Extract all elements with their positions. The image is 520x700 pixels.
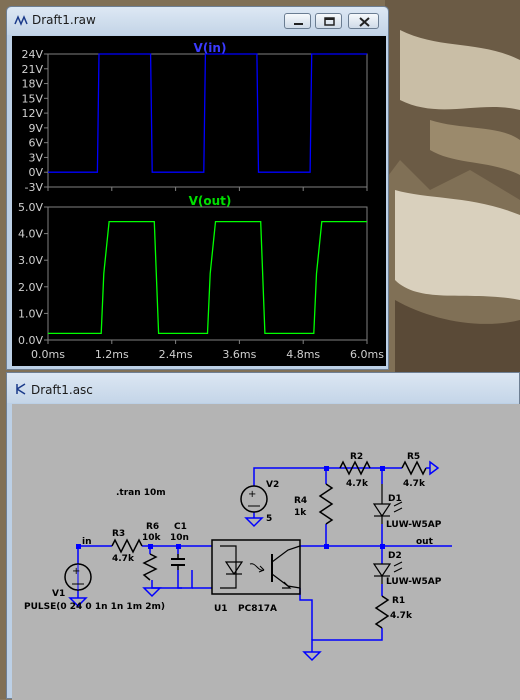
schematic-window-title: Draft1.asc (31, 383, 93, 397)
restore-button[interactable] (315, 13, 342, 29)
d1-name: D1 (388, 494, 402, 504)
x-tick-label: 4.8ms (286, 348, 320, 361)
y-tick-label: 2.0V (18, 281, 43, 294)
waveform-window-icon (14, 15, 28, 26)
x-tick-label: 0.0ms (31, 348, 65, 361)
r1-value: 4.7k (390, 611, 413, 621)
v2-name: V2 (266, 480, 279, 490)
waveform-plot-area[interactable]: 24V 21V 18V15V 12V 9V 6V3V 0V -3V 5.0V 4.0V 3.0V 2… (12, 36, 386, 366)
schematic-canvas[interactable]: + + .tran 10m in out V1 PULSE(0 24 0 1n … (12, 404, 520, 700)
d2-name: D2 (388, 551, 402, 561)
y-tick-label: 0.0V (18, 334, 43, 347)
y-tick-label: 24V (21, 48, 43, 61)
vin-trace-label[interactable]: V(in) (194, 41, 227, 55)
y-tick-label: 12V (21, 107, 43, 120)
y-tick-label: 18V (21, 78, 43, 91)
y-tick-label: 15V (21, 92, 43, 105)
svg-text:+: + (248, 489, 256, 500)
r5-value: 4.7k (403, 479, 426, 489)
y-tick-label: 3V (28, 151, 43, 164)
x-tick-label: 1.2ms (95, 348, 129, 361)
y-tick-label: -3V (25, 181, 44, 194)
r4-value: 1k (294, 508, 307, 518)
r6-value: 10k (142, 533, 162, 543)
y-tick-label: 0V (28, 166, 43, 179)
out-net-label[interactable]: out (416, 537, 434, 547)
y-tick-label: 1.0V (18, 307, 43, 320)
y-tick-label: 9V (28, 122, 43, 135)
y-tick-label: 4.0V (18, 228, 43, 241)
c1-name: C1 (174, 522, 187, 532)
r2-value: 4.7k (346, 479, 369, 489)
d2-value: LUW-W5AP (386, 577, 442, 587)
svg-text:+: + (72, 566, 80, 577)
waveform-titlebar[interactable]: Draft1.raw (7, 7, 388, 35)
close-button[interactable] (348, 13, 379, 29)
r5-name: R5 (407, 452, 420, 462)
x-tick-label: 3.6ms (222, 348, 256, 361)
schematic-window-icon (16, 383, 26, 395)
v1-name: V1 (52, 589, 65, 599)
v1-value: PULSE(0 24 0 1n 1n 1m 2m) (24, 602, 165, 612)
c1-value: 10n (170, 533, 189, 543)
y-tick-label: 6V (28, 137, 43, 150)
r3-name: R3 (112, 529, 125, 539)
v2-value: 5 (266, 514, 272, 524)
y-tick-label: 3.0V (18, 254, 43, 267)
r6-name: R6 (146, 522, 159, 532)
minimize-button[interactable] (284, 13, 311, 29)
y-tick-label: 21V (21, 63, 43, 76)
in-net-label[interactable]: in (82, 537, 92, 547)
vout-trace-label[interactable]: V(out) (189, 194, 232, 208)
r1-name: R1 (392, 596, 405, 606)
close-icon (359, 17, 370, 27)
r4-name: R4 (294, 496, 307, 506)
r2-name: R2 (350, 452, 363, 462)
y-tick-label: 5.0V (18, 201, 43, 214)
x-tick-label: 6.0ms (350, 348, 384, 361)
u1-value: PC817A (238, 604, 277, 614)
tran-directive[interactable]: .tran 10m (116, 488, 166, 498)
schematic-titlebar[interactable]: Draft1.asc (7, 373, 519, 403)
restore-icon (324, 17, 335, 26)
d1-value: LUW-W5AP (386, 520, 442, 530)
x-tick-label: 2.4ms (159, 348, 193, 361)
waveform-window-title: Draft1.raw (32, 13, 96, 27)
r3-value: 4.7k (112, 554, 135, 564)
minimize-icon (294, 23, 303, 25)
u1-name: U1 (214, 604, 228, 614)
schematic-window[interactable]: Draft1.asc + + .tran 10m in out V1 PULSE… (6, 372, 520, 700)
waveform-window[interactable]: Draft1.raw 24V 21V 18V 15V 12V 9V 6V 3V 0V -3V 5.… (6, 6, 389, 370)
